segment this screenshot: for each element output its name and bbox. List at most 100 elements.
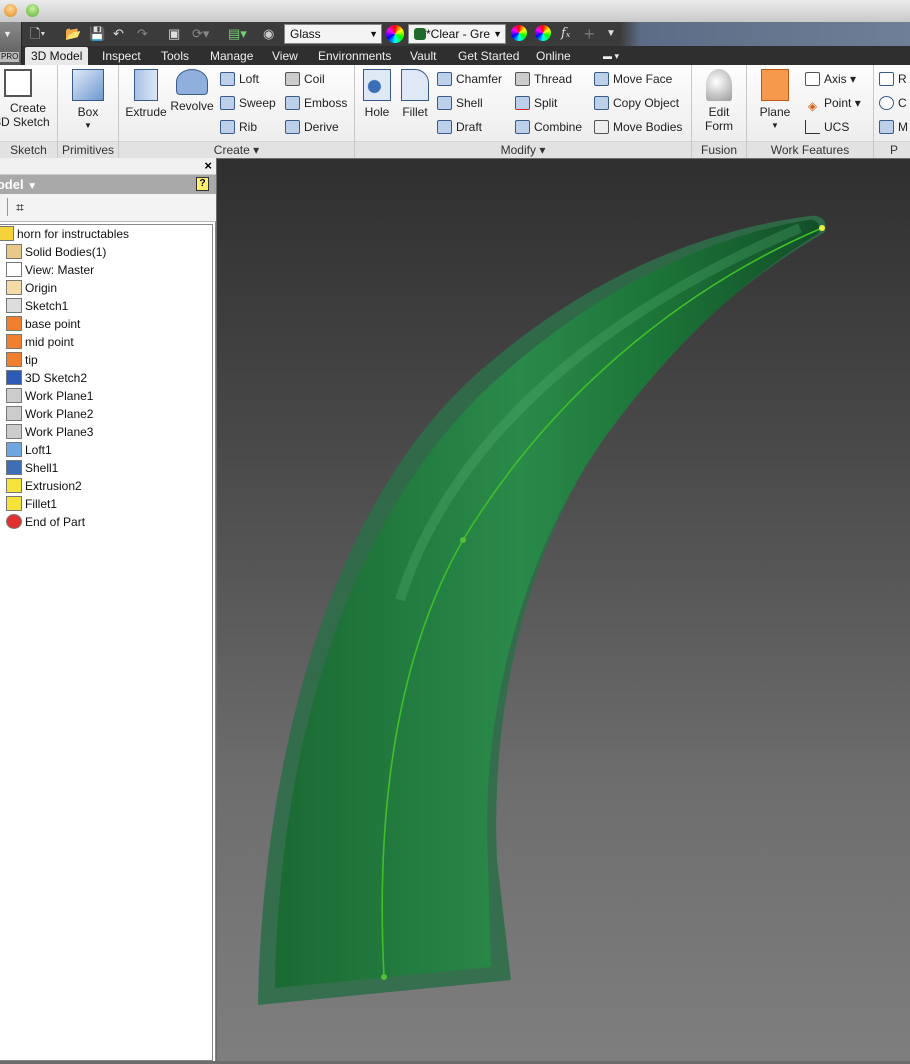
modify-group-label[interactable]: Modify ▾ [355,141,691,158]
box-button[interactable]: Box ▼ [58,69,118,133]
appearance-dropdown[interactable]: *Clear - Gre ▼ [408,24,506,44]
combine-button[interactable]: Combine [515,118,582,136]
customize-chevron-icon[interactable]: ▼ [606,25,616,43]
application-menu-button[interactable]: ▼ PRO [0,22,22,65]
thread-icon [515,72,530,86]
tree-node[interactable]: Extrusion2 [6,477,82,495]
tree-node[interactable]: Work Plane1 [6,387,93,405]
chamfer-button[interactable]: Chamfer [437,70,502,88]
save-icon[interactable]: 💾 [89,25,105,43]
3d-viewport[interactable] [217,159,910,1061]
zoom-window-button[interactable] [26,4,39,17]
tree-node[interactable]: Shell1 [6,459,58,477]
tree-node[interactable]: horn for instructables [0,225,129,243]
split-button[interactable]: Split [515,94,557,112]
ribbon-display-toggle[interactable]: ▬ ▾ [603,47,619,65]
minimize-window-button[interactable] [4,4,17,17]
shell-button[interactable]: Shell [437,94,483,112]
revolve-button[interactable]: Revolve [169,69,215,113]
tree-node[interactable]: Origin [6,279,57,297]
mirror-button[interactable]: M [879,118,908,136]
plus-icon[interactable]: + [584,25,595,43]
sweep-button[interactable]: Sweep [220,94,276,112]
return-icon[interactable]: ▣ [168,25,180,43]
circular-pattern-button[interactable]: C [879,94,907,112]
undo-icon[interactable]: ↶ [113,25,124,43]
axis-button[interactable]: Axis ▾ [805,70,856,88]
help-icon[interactable]: ? [196,177,209,191]
update-icon[interactable]: ⟳▾ [192,25,209,43]
thread-button[interactable]: Thread [515,70,572,88]
tab-environments[interactable]: Environments [318,47,391,65]
tree-node[interactable]: View: Master [6,261,94,279]
clear-appearance-icon[interactable] [535,25,551,41]
color-wheel-icon[interactable] [386,25,404,43]
tab-3d-model[interactable]: 3D Model [25,47,89,65]
chevron-down-icon: ▼ [369,29,378,39]
c-label: C [898,96,907,110]
open-file-icon[interactable]: 📂 [65,25,81,43]
coil-button[interactable]: Coil [285,70,325,88]
tree-node[interactable]: tip [6,351,38,369]
box-label: Box [77,105,99,119]
find-binoculars-icon[interactable]: ⌗ [16,199,24,216]
derive-button[interactable]: Derive [285,118,339,136]
loft-icon [220,72,235,86]
tree-node[interactable]: Loft1 [6,441,52,459]
tab-tools[interactable]: Tools [161,47,189,65]
copy-object-button[interactable]: Copy Object [594,94,679,112]
parameters-icon[interactable]: fₓ [561,25,570,43]
ucs-button[interactable]: UCS [805,118,849,136]
tree-node[interactable]: End of Part [6,513,85,531]
edit-form-button[interactable]: Edit Form [692,69,746,133]
rectangular-pattern-button[interactable]: R [879,70,907,88]
point-button[interactable]: ◈ Point ▾ [805,94,861,113]
horn-model [258,215,826,1006]
m-label: M [898,120,908,134]
emboss-button[interactable]: Emboss [285,94,347,112]
hole-button[interactable]: Hole [360,69,394,119]
circular-pattern-icon [879,96,894,110]
tab-online[interactable]: Online [536,47,571,65]
redo-icon[interactable]: ↷ [137,25,148,43]
tab-manage[interactable]: Manage [210,47,253,65]
tab-vault[interactable]: Vault [410,47,436,65]
create-3d-sketch-button[interactable]: Create 3D Sketch [0,69,56,129]
create-group: Extrude Revolve Loft Sweep Rib Coil Embo… [119,65,355,158]
origin-folder-icon [6,280,22,295]
draft-button[interactable]: Draft [437,118,482,136]
mirror-icon [879,120,894,134]
plane-icon [761,69,789,101]
tab-inspect[interactable]: Inspect [102,47,141,65]
select-icon[interactable]: ▤▾ [228,25,247,43]
move-face-button[interactable]: Move Face [594,70,672,88]
tree-node[interactable]: Solid Bodies(1) [6,243,106,261]
shell-label: Shell [456,96,483,110]
adjust-appearance-icon[interactable] [511,25,527,41]
tree-node[interactable]: mid point [6,333,74,351]
tree-node[interactable]: 3D Sketch2 [6,369,87,387]
browser-title-bar[interactable]: Model ▼ ? [0,175,216,194]
tree-node[interactable]: base point [6,315,80,333]
fillet-button[interactable]: Fillet [398,69,432,119]
edit-form-icon [706,69,732,101]
tree-node[interactable]: Fillet1 [6,495,57,513]
new-file-icon[interactable]: 🗋▾ [30,25,45,43]
create-group-label[interactable]: Create ▾ [119,141,354,158]
loft-button[interactable]: Loft [220,70,259,88]
coil-icon [285,72,300,86]
sweep-label: Sweep [239,96,276,110]
tree-node[interactable]: Sketch1 [6,297,68,315]
material-dropdown[interactable]: Glass ▼ [284,24,382,44]
close-panel-button[interactable]: × [204,158,212,173]
tree-node[interactable]: Work Plane2 [6,405,93,423]
move-bodies-button[interactable]: Move Bodies [594,118,682,136]
coil-label: Coil [304,72,325,86]
tree-node[interactable]: Work Plane3 [6,423,93,441]
tab-view[interactable]: View [272,47,298,65]
extrude-button[interactable]: Extrude [124,69,168,119]
rib-button[interactable]: Rib [220,118,257,136]
plane-button[interactable]: Plane ▼ [755,69,795,133]
tab-get-started[interactable]: Get Started [458,47,519,65]
thread-label: Thread [534,72,573,86]
